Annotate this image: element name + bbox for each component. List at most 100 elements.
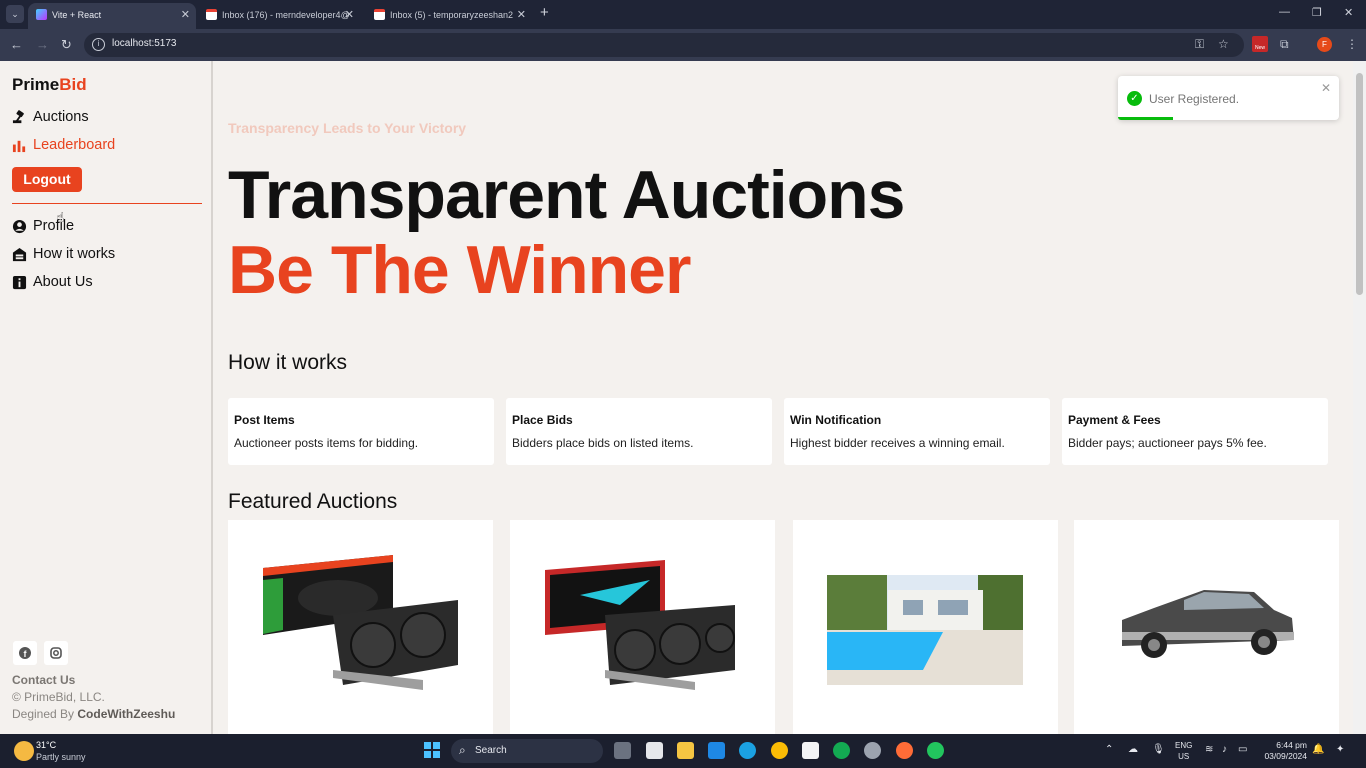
featured-auction-card[interactable] — [510, 520, 775, 734]
main-content: Transparency Leads to Your Victory Trans… — [215, 61, 1353, 734]
close-window-icon[interactable]: ✕ — [1344, 6, 1353, 19]
hero-title-line2: Be The Winner — [228, 232, 691, 308]
notification-bell-icon[interactable]: 🔔 — [1312, 744, 1324, 755]
tab-close-icon[interactable]: ✕ — [345, 3, 354, 27]
sidebar-item-label: Auctions — [33, 109, 89, 125]
toast-progress-bar — [1118, 117, 1174, 120]
volume-icon[interactable]: ♪ — [1222, 744, 1227, 755]
profile-avatar[interactable]: F — [1317, 37, 1332, 52]
facebook-link[interactable]: f — [13, 641, 37, 665]
vscode-icon[interactable] — [708, 742, 725, 759]
how-it-works-heading: How it works — [228, 351, 348, 374]
browser-menu-icon[interactable]: ⋮ — [1346, 37, 1358, 51]
onedrive-cloud-icon[interactable]: ☁ — [1128, 744, 1138, 755]
how-card-title: Place Bids — [512, 413, 573, 427]
browser-tab-bar: ⌄ Vite + React ✕ Inbox (176) - merndevel… — [0, 0, 1366, 29]
reload-icon[interactable]: ↻ — [61, 37, 72, 53]
tray-overflow-icon[interactable]: ⌃ — [1105, 744, 1113, 755]
clapperboard-app-icon[interactable] — [646, 742, 663, 759]
clock-time: 6:44 pm — [1276, 740, 1307, 750]
minimize-icon[interactable]: — — [1279, 6, 1290, 18]
how-card-win-notification: Win Notification Highest bidder receives… — [784, 398, 1050, 465]
instagram-icon — [50, 647, 62, 659]
toast-close-icon[interactable]: ✕ — [1321, 81, 1331, 95]
tab-close-icon[interactable]: ✕ — [181, 3, 190, 27]
task-view-icon[interactable] — [614, 742, 631, 759]
how-card-desc: Bidders place bids on listed items. — [512, 436, 694, 450]
start-button[interactable] — [424, 742, 440, 758]
tab-search-button[interactable]: ⌄ — [6, 5, 24, 23]
sidebar-item-about-us[interactable]: About Us — [12, 271, 93, 293]
battery-icon[interactable]: ▭ — [1238, 744, 1247, 755]
vite-favicon-icon — [36, 9, 47, 20]
weather-condition[interactable]: Partly sunny — [36, 752, 86, 762]
extensions-icon[interactable]: ⧉ — [1280, 37, 1289, 52]
extension-new-badge[interactable]: New — [1252, 36, 1268, 52]
recorder-app-icon[interactable] — [927, 742, 944, 759]
back-icon[interactable]: ← — [10, 37, 23, 52]
sidebar-item-label: Profile — [33, 218, 75, 234]
sidebar-item-leaderboard[interactable]: Leaderboard — [12, 134, 115, 156]
new-tab-button[interactable]: + — [540, 4, 549, 21]
bar-chart-icon — [12, 140, 26, 152]
tab-gmail-2[interactable]: Inbox (5) - temporaryzeeshan2 ✕ — [366, 3, 532, 29]
page-scrollbar[interactable] — [1353, 61, 1366, 734]
featured-auction-card[interactable] — [1074, 520, 1339, 734]
wifi-icon[interactable]: ≋ — [1205, 744, 1213, 755]
hero-tagline: Transparency Leads to Your Victory — [228, 120, 467, 136]
github-desktop-icon[interactable] — [864, 742, 881, 759]
mongodb-compass-icon[interactable] — [833, 742, 850, 759]
chrome-icon[interactable] — [771, 742, 788, 759]
brand-prefix: Prime — [12, 75, 60, 94]
brand-logo[interactable]: PrimeBid — [12, 75, 87, 95]
designed-prefix: Degined By — [12, 707, 78, 721]
featured-auction-card[interactable] — [228, 520, 493, 734]
tab-vite-react[interactable]: Vite + React ✕ — [28, 3, 196, 29]
how-card-desc: Highest bidder receives a winning email. — [790, 436, 1005, 450]
language-indicator[interactable]: ENG US — [1175, 740, 1192, 762]
region-code: US — [1178, 752, 1190, 761]
gpu-gigabyte-geforce-image — [263, 555, 458, 690]
contact-us-link[interactable]: Contact Us — [12, 673, 75, 687]
sidebar-item-how-it-works[interactable]: How it works — [12, 243, 115, 265]
sidebar-item-auctions[interactable]: Auctions — [12, 106, 89, 128]
gavel-icon — [12, 109, 24, 123]
restore-icon[interactable]: ❐ — [1312, 6, 1322, 19]
forward-icon[interactable]: → — [36, 37, 49, 52]
windows-logo-icon — [433, 751, 440, 758]
bookmark-star-icon[interactable]: ☆ — [1218, 37, 1229, 51]
password-key-icon[interactable]: ⚿ — [1195, 37, 1204, 52]
file-explorer-icon[interactable] — [677, 742, 694, 759]
tab-close-icon[interactable]: ✕ — [517, 3, 526, 27]
info-icon — [12, 275, 27, 289]
featured-auction-card[interactable] — [793, 520, 1058, 734]
sidebar: PrimeBid Auctions Leaderboard ☝ Logout P… — [0, 61, 213, 734]
microsoft-store-icon[interactable] — [802, 742, 819, 759]
scrollbar-thumb[interactable] — [1356, 73, 1363, 295]
postman-icon[interactable] — [896, 742, 913, 759]
gmail-favicon-icon — [206, 9, 217, 20]
tab-title: Vite + React — [52, 10, 102, 20]
sidebar-item-profile[interactable]: Profile — [12, 215, 74, 237]
weather-temperature[interactable]: 31°C — [36, 740, 56, 750]
windows-logo-icon — [424, 742, 431, 749]
instagram-link[interactable] — [44, 641, 68, 665]
designer-name: CodeWithZeeshu — [77, 707, 176, 721]
taskbar-search[interactable]: ⌕ Search — [451, 739, 603, 763]
how-card-title: Payment & Fees — [1068, 413, 1161, 427]
classic-muscle-car-image — [1122, 590, 1294, 658]
logout-button[interactable]: Logout — [12, 167, 82, 192]
taskbar-search-label: Search — [475, 745, 507, 756]
copilot-icon[interactable]: ✦ — [1336, 744, 1344, 755]
designed-by-text: Degined By CodeWithZeeshu — [12, 707, 175, 721]
system-clock[interactable]: 6:44 pm 03/09/2024 — [1258, 740, 1307, 762]
edge-icon[interactable] — [739, 742, 756, 759]
site-info-icon[interactable]: i — [92, 38, 105, 51]
language-code: ENG — [1175, 741, 1193, 750]
sidebar-item-label: About Us — [33, 274, 93, 290]
microphone-icon[interactable]: 🎙 — [1152, 744, 1165, 755]
weather-sun-icon[interactable] — [14, 741, 34, 761]
how-card-desc: Auctioneer posts items for bidding. — [234, 436, 419, 450]
address-bar[interactable]: i localhost:5173 — [84, 33, 1244, 57]
tab-gmail-1[interactable]: Inbox (176) - merndeveloper4@ ✕ — [198, 3, 360, 29]
